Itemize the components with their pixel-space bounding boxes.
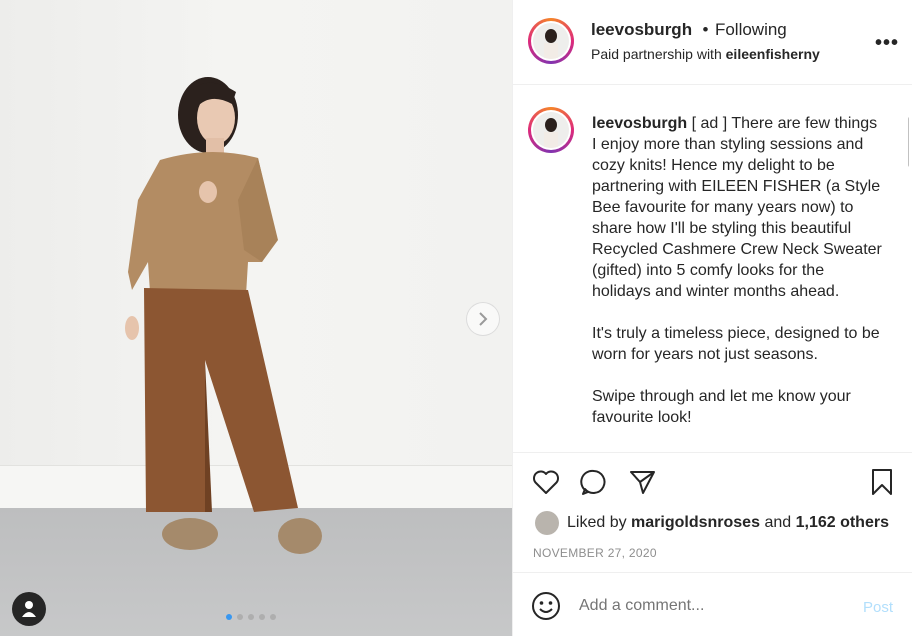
carousel-next-button[interactable] bbox=[466, 302, 500, 336]
model-figure bbox=[125, 77, 322, 554]
likes-count[interactable]: 1,162 others bbox=[796, 514, 889, 531]
liked-by-label: Liked by bbox=[567, 514, 627, 531]
emoji-icon[interactable] bbox=[531, 591, 561, 626]
author-username[interactable]: leevosburgh bbox=[591, 20, 692, 39]
author-avatar[interactable] bbox=[528, 18, 574, 64]
share-icon[interactable] bbox=[627, 467, 657, 497]
post-panel: leevosburgh • Following Paid partnership… bbox=[512, 0, 912, 636]
post-button[interactable]: Post bbox=[863, 599, 893, 616]
chevron-right-icon bbox=[479, 312, 488, 326]
caption-username[interactable]: leevosburgh bbox=[592, 115, 687, 132]
slipper-right bbox=[278, 518, 322, 554]
caption-paragraph: [ ad ] There are few things I enjoy more… bbox=[592, 115, 882, 300]
user-icon bbox=[22, 601, 36, 617]
carousel-dot bbox=[270, 614, 276, 620]
partnership-label: Paid partnership with bbox=[591, 46, 722, 62]
post-header: leevosburgh • Following Paid partnership… bbox=[513, 0, 912, 85]
likes-summary: Liked by marigoldsnroses and 1,162 other… bbox=[535, 511, 889, 535]
heart-icon[interactable] bbox=[531, 467, 561, 497]
post-photo[interactable] bbox=[0, 0, 512, 636]
caption-paragraph: Swipe through and let me know your favou… bbox=[592, 388, 851, 426]
comment-input[interactable] bbox=[579, 597, 819, 615]
caption-scrollbar[interactable] bbox=[908, 117, 909, 167]
liked-by-and: and bbox=[764, 514, 792, 531]
post-date[interactable]: NOVEMBER 27, 2020 bbox=[533, 546, 657, 560]
liker-username[interactable]: marigoldsnroses bbox=[631, 514, 760, 531]
carousel-dot bbox=[248, 614, 254, 620]
comment-icon[interactable] bbox=[579, 467, 609, 497]
bookmark-icon[interactable] bbox=[867, 467, 897, 497]
carousel-dot bbox=[259, 614, 265, 620]
trousers-shade bbox=[205, 360, 212, 512]
partner-link[interactable]: eileenfisherny bbox=[726, 46, 820, 62]
tagged-users-button[interactable] bbox=[12, 592, 46, 626]
more-options-icon[interactable]: ••• bbox=[875, 32, 899, 55]
liker-avatar[interactable] bbox=[535, 511, 559, 535]
slipper-left bbox=[162, 518, 218, 550]
model-hand-left bbox=[125, 316, 139, 340]
caption-paragraph: It's truly a timeless piece, designed to… bbox=[592, 325, 880, 363]
carousel-dot bbox=[237, 614, 243, 620]
caption-area: leevosburgh [ ad ] There are few things … bbox=[513, 85, 909, 452]
comment-bar: Post bbox=[513, 572, 912, 637]
carousel-dot bbox=[226, 614, 232, 620]
post-actions: Liked by marigoldsnroses and 1,162 other… bbox=[513, 452, 912, 573]
model-hand bbox=[199, 181, 217, 203]
carousel-indicator bbox=[226, 614, 276, 620]
following-button[interactable]: Following bbox=[715, 20, 787, 39]
trousers bbox=[144, 288, 298, 512]
caption-text: leevosburgh [ ad ] There are few things … bbox=[592, 113, 882, 449]
caption-avatar[interactable] bbox=[528, 107, 574, 153]
header-separator: • bbox=[702, 20, 709, 39]
